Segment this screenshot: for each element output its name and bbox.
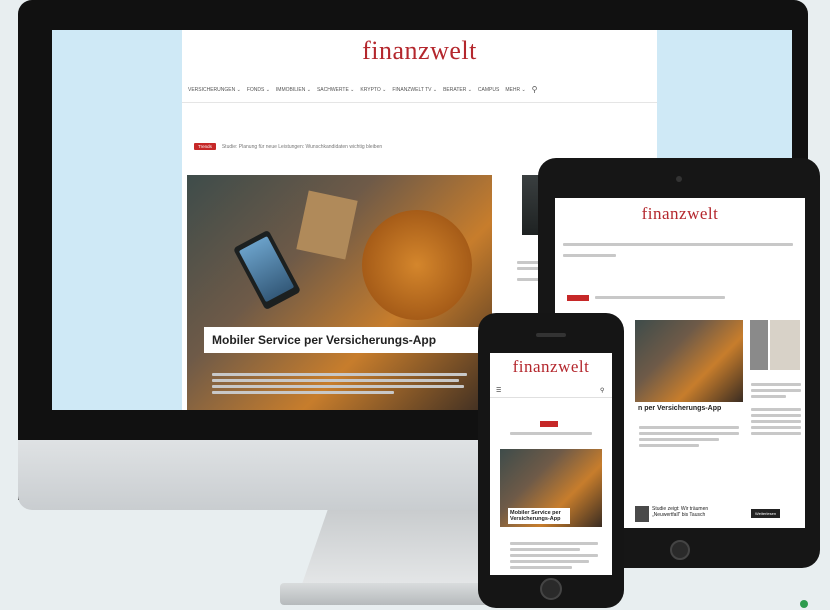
phone-screen: finanzwelt ☰ ⚲ Mobiler Service per Versi…: [490, 353, 612, 575]
tablet-nav: [563, 240, 803, 260]
tablet-side-image-1[interactable]: [750, 320, 768, 370]
main-nav: VERSICHERUNGEN ⌄ FONDS ⌄ IMMOBILIEN ⌄ SA…: [188, 85, 653, 94]
tablet-side-headline[interactable]: Studie zeigt: Wir träumen „Neuwertfall“ …: [652, 506, 732, 518]
tablet-breaking-tag[interactable]: [567, 295, 589, 301]
tablet-hero-image[interactable]: [635, 320, 743, 402]
smartphone-in-hand: [232, 229, 302, 311]
notebook-image: [296, 190, 358, 260]
phone-breaking-tag[interactable]: [540, 421, 558, 427]
hero-headline[interactable]: Mobiler Service per Versicherungs-App: [204, 327, 490, 353]
site-logo[interactable]: finanzwelt: [182, 36, 657, 66]
nav-item-campus[interactable]: CAMPUS: [478, 87, 499, 93]
nav-item-versicherungen[interactable]: VERSICHERUNGEN ⌄: [188, 87, 241, 93]
sweater-image: [362, 210, 472, 320]
nav-item-mehr[interactable]: MEHR ⌄: [505, 87, 525, 93]
phone-breaking-text: [510, 429, 592, 438]
phone-device: finanzwelt ☰ ⚲ Mobiler Service per Versi…: [478, 313, 624, 608]
tablet-sidebar-text: [751, 380, 801, 438]
menu-icon[interactable]: ☰: [496, 387, 501, 394]
breaking-text[interactable]: Studie: Planung für neue Leistungen: Wun…: [222, 144, 382, 150]
phone-site-logo[interactable]: finanzwelt: [490, 357, 612, 377]
tablet-hero-excerpt: [639, 423, 739, 450]
tablet-side-image-2[interactable]: [770, 320, 800, 370]
brand-mark-icon: [800, 600, 808, 608]
hero-excerpt: [212, 370, 472, 397]
breaking-news-bar: Trends Studie: Planung für neue Leistung…: [194, 143, 382, 150]
breaking-tag[interactable]: Trends: [194, 143, 216, 150]
phone-nav-divider: [490, 397, 612, 398]
tablet-read-more-button[interactable]: Weiterlesen: [751, 509, 781, 518]
phone-hero-headline[interactable]: Mobiler Service per Versicherungs-App: [508, 508, 570, 524]
tablet-camera: [676, 176, 682, 182]
tablet-site-logo[interactable]: finanzwelt: [555, 204, 805, 224]
nav-item-krypto[interactable]: KRYPTO ⌄: [360, 87, 386, 93]
tablet-thumb[interactable]: [635, 506, 649, 522]
tablet-home-button[interactable]: [670, 540, 690, 560]
search-icon[interactable]: ⚲: [600, 387, 604, 394]
nav-item-immobilien[interactable]: IMMOBILIEN ⌄: [276, 87, 311, 93]
nav-item-fonds[interactable]: FONDS ⌄: [247, 87, 270, 93]
tablet-breaking-text: [595, 293, 725, 302]
search-icon[interactable]: ⚲: [532, 85, 538, 94]
nav-divider: [182, 102, 657, 103]
phone-hero-excerpt: [510, 539, 598, 572]
phone-home-button[interactable]: [540, 578, 562, 600]
tablet-hero-headline[interactable]: n per Versicherungs-App: [635, 402, 749, 415]
nav-item-finanzwelt-tv[interactable]: FINANZWELT TV ⌄: [392, 87, 437, 93]
phone-speaker: [536, 333, 566, 337]
nav-item-sachwerte[interactable]: SACHWERTE ⌄: [317, 87, 354, 93]
nav-item-berater[interactable]: BERATER ⌄: [443, 87, 472, 93]
